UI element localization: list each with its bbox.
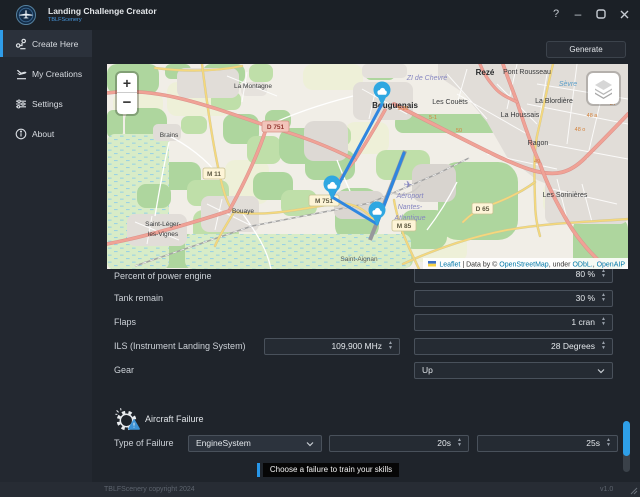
svg-text:49: 49 bbox=[534, 159, 540, 165]
svg-text:les-Vignes: les-Vignes bbox=[148, 231, 179, 238]
svg-text:D 751: D 751 bbox=[267, 124, 285, 131]
svg-text:Nantes-: Nantes- bbox=[398, 204, 423, 211]
svg-text:5-1: 5-1 bbox=[429, 115, 437, 121]
svg-text:La Blordière: La Blordière bbox=[535, 98, 573, 105]
svg-text:M 11: M 11 bbox=[207, 171, 221, 178]
svg-text:Aéroport: Aéroport bbox=[396, 193, 425, 200]
svg-text:Sèvre: Sèvre bbox=[559, 81, 577, 88]
svg-text:ZI de Chevré: ZI de Chevré bbox=[406, 75, 448, 82]
svg-text:D 65: D 65 bbox=[476, 206, 490, 213]
svg-text:La Houssais: La Houssais bbox=[501, 112, 540, 119]
svg-text:Les Sorinières: Les Sorinières bbox=[543, 192, 588, 199]
svg-text:✈: ✈ bbox=[404, 180, 412, 191]
svg-text:48 a: 48 a bbox=[587, 113, 599, 119]
svg-text:La Montagne: La Montagne bbox=[234, 83, 272, 90]
svg-text:M 751: M 751 bbox=[315, 198, 333, 205]
svg-text:48 o: 48 o bbox=[575, 127, 586, 133]
svg-text:Bouaye: Bouaye bbox=[232, 208, 254, 215]
svg-text:Pont Rousseau: Pont Rousseau bbox=[503, 69, 551, 76]
svg-text:50: 50 bbox=[456, 128, 462, 134]
svg-text:5-26: 5-26 bbox=[397, 106, 408, 112]
svg-text:Rezé: Rezé bbox=[476, 68, 495, 77]
svg-text:M 85: M 85 bbox=[397, 223, 412, 230]
svg-text:Les Couëts: Les Couëts bbox=[432, 99, 468, 106]
svg-text:Brains: Brains bbox=[160, 132, 179, 139]
svg-text:Leaflet | Data by © OpenStreet: Leaflet | Data by © OpenStreetMap, under… bbox=[439, 261, 625, 269]
svg-text:Saint-Aignan: Saint-Aignan bbox=[340, 256, 378, 263]
svg-text:Saint-Léger-: Saint-Léger- bbox=[145, 221, 181, 228]
svg-text:Ragon: Ragon bbox=[528, 140, 549, 147]
